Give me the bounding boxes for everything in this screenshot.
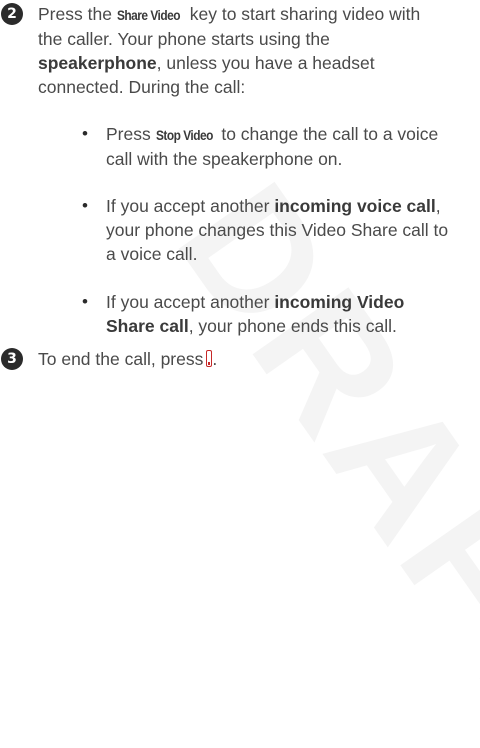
step-3-text: To end the call, press — [38, 349, 204, 369]
bullet-item-stop-video: • Press Stop Video to change the call to… — [82, 122, 478, 171]
step-3: 3 To end the call, press. — [1, 347, 468, 371]
bullet-dot: • — [82, 292, 88, 311]
step-2-line-4: connected. During the call: — [38, 77, 246, 97]
bullet-text: to change the call to a voice — [216, 124, 439, 144]
step-3-period: . — [212, 349, 218, 369]
step-number-3: 3 — [1, 348, 23, 370]
bullet-text: If you accept another — [106, 292, 275, 312]
bullet-item-video-share-call: • If you accept another incoming Video S… — [82, 290, 478, 338]
bullet-1-line-1: Press Stop Video to change the call to a… — [106, 122, 478, 147]
step-2-line-2: the caller. Your phone starts using the — [38, 29, 330, 49]
bullet-text: If you accept another — [106, 196, 275, 216]
bullet-2-line-1: If you accept another incoming voice cal… — [106, 194, 478, 218]
share-video-key-label: Share Video — [116, 7, 180, 23]
bullet-text: , your phone ends this call. — [188, 316, 397, 336]
bullet-dot: • — [82, 196, 88, 215]
bullet-text: Press — [106, 124, 156, 144]
bullet-3-line-1: If you accept another incoming Video — [106, 290, 478, 314]
bullet-2-line-2: your phone changes this Video Share call… — [106, 220, 449, 240]
bullet-2-line-3: a voice call. — [106, 244, 198, 264]
share-call-term: Share call — [106, 316, 189, 336]
step-2-text: Press the — [38, 4, 117, 24]
step-2-text: key to start sharing video with — [184, 4, 421, 24]
bullet-dot: • — [82, 124, 88, 143]
incoming-video-term: incoming Video — [274, 292, 405, 312]
step-number-2: 2 — [1, 3, 23, 25]
step-3-line-1: To end the call, press. — [38, 347, 468, 371]
bullet-text: , — [435, 196, 441, 216]
bullet-item-voice-call: • If you accept another incoming voice c… — [82, 194, 478, 266]
step-2-line-1: Press the Share Video key to start shari… — [38, 2, 468, 27]
bullet-1-line-2: call with the speakerphone on. — [106, 149, 343, 169]
incoming-voice-call-term: incoming voice call — [274, 196, 436, 216]
end-key-icon — [206, 350, 213, 367]
stop-video-key-label: Stop Video — [155, 127, 213, 143]
step-2-line-3: speakerphone, unless you have a headset — [38, 51, 468, 75]
speakerphone-term: speakerphone — [38, 53, 157, 73]
step-2-text: , unless you have a headset — [156, 53, 375, 73]
bullet-3-line-2: Share call, your phone ends this call. — [106, 314, 478, 338]
step-2: 2 Press the Share Video key to start sha… — [1, 2, 468, 99]
